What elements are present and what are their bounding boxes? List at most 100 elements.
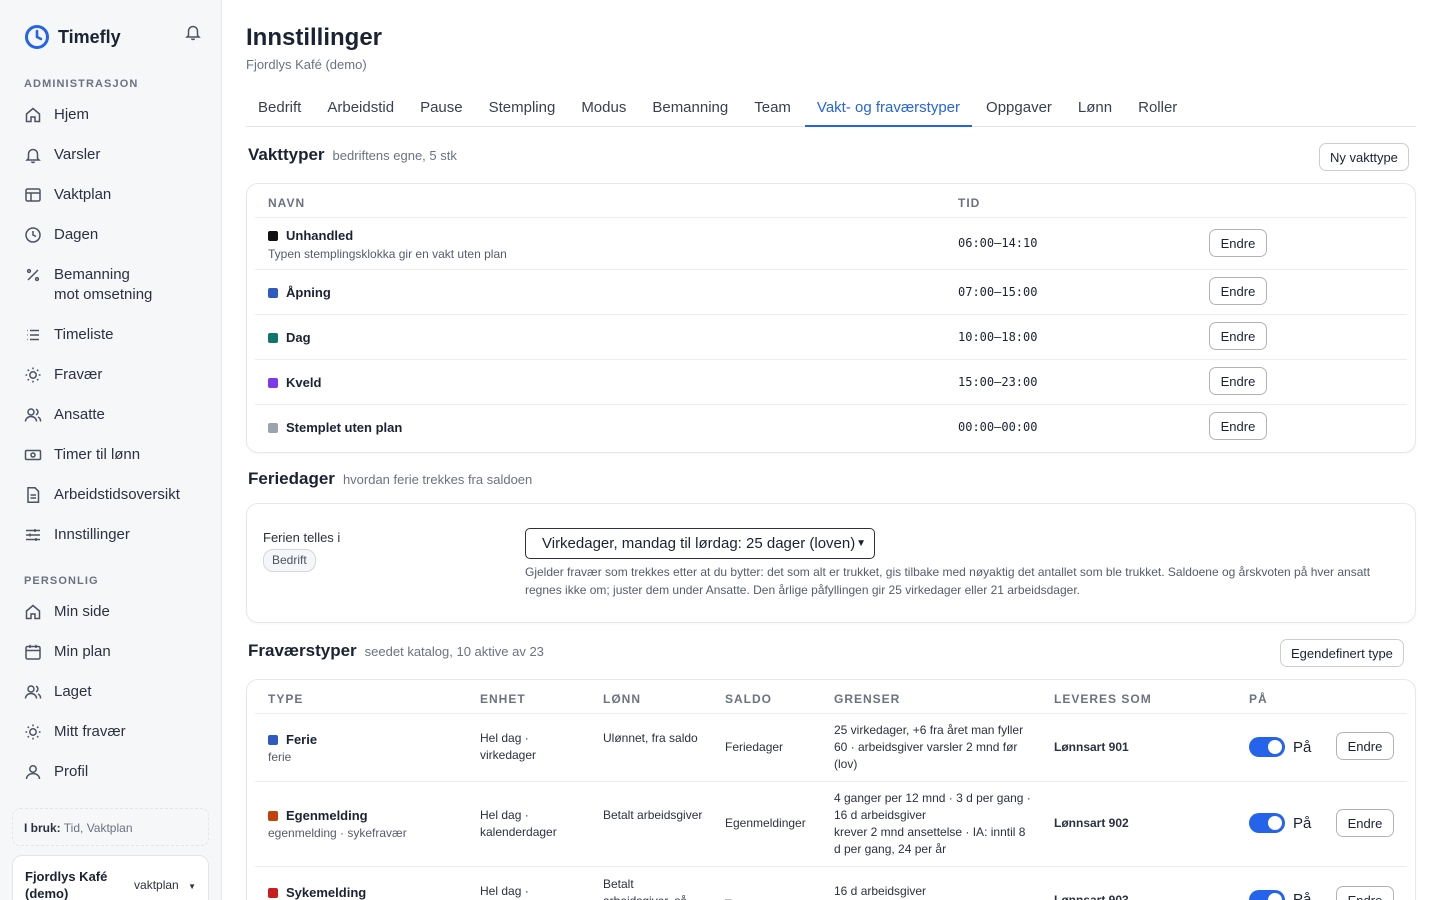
edit-button[interactable]: Endre <box>1336 809 1394 837</box>
sidebar-item-vaktplan[interactable]: Vaktplan <box>24 185 214 205</box>
tab-oppgaver[interactable]: Oppgaver <box>974 89 1064 127</box>
tab-bedrift[interactable]: Bedrift <box>246 89 313 127</box>
absence-name-text: Ferie <box>286 732 318 747</box>
column-header-time: TID <box>958 196 981 210</box>
absence-type-key: ferie <box>268 750 292 764</box>
pay-cell: Betalt arbeidsgiver <box>603 808 703 822</box>
chevron-down-icon: ▼ <box>856 538 866 549</box>
in-use-value: Tid, Vaktplan <box>63 821 133 835</box>
sidebar-item-timeliste[interactable]: Timeliste <box>24 325 214 345</box>
edit-button[interactable]: Endre <box>1209 322 1267 350</box>
table-row: Kveld <box>268 374 321 391</box>
org-switcher[interactable]: Fjordlys Kafé (demo) vaktplan ▼ <box>12 855 209 900</box>
edit-button[interactable]: Endre <box>1336 732 1394 760</box>
sidebar-item-label: Timer til lønn <box>54 446 141 463</box>
sidebar-item-min-plan[interactable]: Min plan <box>24 642 214 662</box>
org-mode-select[interactable]: vaktplan ▼ <box>134 878 196 892</box>
calendar-icon <box>25 644 41 660</box>
column-header-delivered-as: LEVERES SOM <box>1054 692 1152 706</box>
color-swatch <box>268 287 278 298</box>
tab-vakt-og-fravaerstyper[interactable]: Vakt- og fraværstyper <box>804 89 973 127</box>
divider <box>255 269 1407 270</box>
divider <box>255 314 1407 315</box>
table-row: Unhandled Typen stemplingsklokka gir en … <box>268 227 507 263</box>
brand[interactable]: Timefly <box>24 24 121 50</box>
active-toggle[interactable] <box>1249 890 1285 900</box>
edit-button[interactable]: Endre <box>1209 367 1267 395</box>
settings-tabs: Bedrift Arbeidstid Pause Stempling Modus… <box>246 89 1416 127</box>
selected-option: Virkedager, mandag til lørdag: 25 dager … <box>542 535 856 552</box>
edit-button[interactable]: Endre <box>1336 886 1394 900</box>
shift-type-name: Stemplet uten plan <box>268 419 402 436</box>
tab-bemanning[interactable]: Bemanning <box>640 89 740 127</box>
tab-lonn[interactable]: Lønn <box>1066 89 1124 127</box>
help-text: Gjelder fravær som trekkes etter at du b… <box>525 565 1371 597</box>
pay-cell: Betalt arbeidsgiver, så <box>603 877 687 900</box>
absence-type-name: Ferie <box>268 731 317 748</box>
home-icon <box>25 107 41 123</box>
column-header-pay: LØNN <box>603 692 641 706</box>
sidebar-item-hjem[interactable]: Hjem <box>24 105 214 125</box>
app-name: Timefly <box>58 26 121 47</box>
edit-button[interactable]: Endre <box>1209 229 1267 257</box>
table-row: Egenmelding egenmelding · sykefravær <box>268 807 407 842</box>
list-icon <box>27 329 39 341</box>
shift-types-table: NAVN TID Unhandled Typen stemplingsklokk… <box>246 183 1416 453</box>
tab-modus[interactable]: Modus <box>569 89 638 127</box>
active-toggle[interactable] <box>1249 813 1285 833</box>
sidebar-item-label: Bemanning mot omsetning <box>54 266 153 303</box>
column-header-type: TYPE <box>268 692 304 706</box>
shift-time: 15:00–23:00 <box>958 375 1038 389</box>
shift-name-text: Unhandled <box>286 228 354 243</box>
table-icon <box>25 188 41 202</box>
sidebar-item-profil[interactable]: Profil <box>24 762 214 782</box>
sidebar-item-label: Timeliste <box>54 326 114 343</box>
sidebar-item-dagen[interactable]: Dagen <box>24 225 214 245</box>
section-title: Fraværstyper <box>248 641 357 660</box>
sidebar-item-bemanning-mot-omsetning[interactable]: Bemanning mot omsetning <box>24 265 214 305</box>
toggle-label: På <box>1293 739 1312 756</box>
notifications-bell-icon[interactable] <box>184 23 202 41</box>
sidebar-item-min-side[interactable]: Min side <box>24 602 214 622</box>
shift-type-description: Typen stemplingsklokka gir en vakt uten … <box>268 247 507 261</box>
unit-cell: Hel dag · <box>480 884 529 898</box>
table-row: Dag <box>268 329 311 346</box>
tab-team[interactable]: Team <box>742 89 803 127</box>
custom-type-button[interactable]: Egendefinert type <box>1280 639 1404 667</box>
tab-stempling[interactable]: Stempling <box>477 89 568 127</box>
sidebar-item-fravaer[interactable]: Fravær <box>24 365 214 385</box>
sidebar-item-label: Profil <box>54 763 89 780</box>
tab-roller[interactable]: Roller <box>1126 89 1189 127</box>
sidebar-item-varsler[interactable]: Varsler <box>24 145 214 165</box>
sidebar-item-label: Fravær <box>54 366 103 383</box>
sidebar-item-laget[interactable]: Laget <box>24 682 214 702</box>
column-header-balance: SALDO <box>725 692 772 706</box>
sidebar-item-ansatte[interactable]: Ansatte <box>24 405 214 425</box>
sidebar-item-label: Min side <box>54 603 110 620</box>
pay-cell: Ulønnet, fra saldo <box>603 731 698 745</box>
divider <box>255 866 1407 867</box>
color-swatch <box>268 422 278 433</box>
section-note: bedriftens egne, 5 stk <box>332 148 457 163</box>
sidebar-item-arbeidstidsoversikt[interactable]: Arbeidstidsoversikt <box>24 485 214 505</box>
table-row: Stemplet uten plan <box>268 419 402 436</box>
edit-button[interactable]: Endre <box>1209 412 1267 440</box>
sidebar-item-mitt-fravaer[interactable]: Mitt fravær <box>24 722 214 742</box>
color-swatch <box>268 810 278 821</box>
sidebar-item-innstillinger[interactable]: Innstillinger <box>24 525 214 545</box>
sun-icon <box>25 367 41 383</box>
shift-type-name: Dag <box>268 329 311 346</box>
tab-pause[interactable]: Pause <box>408 89 475 127</box>
shift-name-text: Dag <box>286 330 311 345</box>
vacation-count-select[interactable]: Virkedager, mandag til lørdag: 25 dager … <box>525 528 875 559</box>
new-shift-type-button[interactable]: Ny vakttype <box>1319 143 1409 171</box>
section-title: Feriedager <box>248 469 335 488</box>
vacation-count-field: Ferien telles i Bedrift <box>263 529 340 572</box>
active-toggle[interactable] <box>1249 737 1285 757</box>
shift-time: 10:00–18:00 <box>958 330 1038 344</box>
edit-button[interactable]: Endre <box>1209 277 1267 305</box>
tab-arbeidstid[interactable]: Arbeidstid <box>315 89 406 127</box>
shift-name-text: Kveld <box>286 375 322 390</box>
sidebar-item-timer-til-lonn[interactable]: Timer til lønn <box>24 445 214 465</box>
table-row: Ferie ferie <box>268 731 317 766</box>
